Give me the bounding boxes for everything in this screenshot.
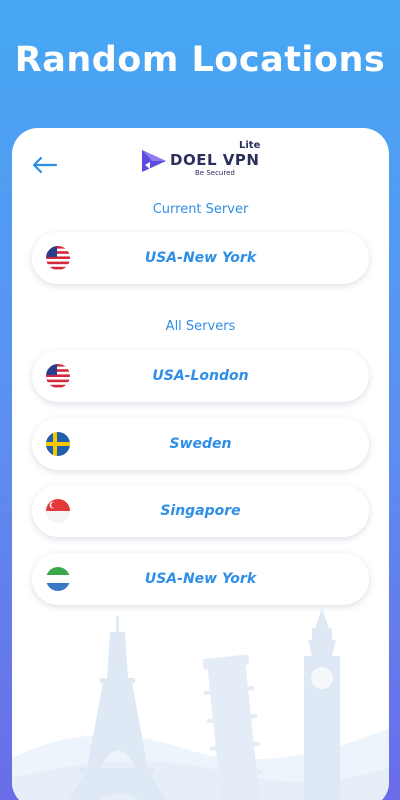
logo-tagline: Be Secured	[195, 169, 235, 177]
back-arrow-icon[interactable]	[30, 154, 58, 176]
logo-wordmark: DOEL VPN	[170, 151, 260, 169]
server-list-card: DOEL VPN Lite Be Secured Current Server …	[12, 128, 389, 800]
logo-badge: Lite	[239, 140, 261, 151]
current-server-row[interactable]: USA-New York	[32, 232, 369, 284]
server-name: USA-New York	[144, 571, 257, 587]
server-row-usa-london[interactable]: USA-London	[32, 350, 369, 402]
server-row-singapore[interactable]: Singapore	[32, 485, 369, 537]
server-name: Sweden	[169, 436, 232, 452]
play-logo-icon	[142, 150, 166, 172]
current-server-title: Current Server	[152, 202, 249, 217]
server-name: USA-New York	[144, 250, 257, 266]
server-row-sweden[interactable]: Sweden	[32, 418, 369, 470]
landmarks-illustration	[12, 608, 389, 800]
all-servers-title: All Servers	[165, 319, 236, 334]
app-logo: DOEL VPN Lite Be Secured	[140, 138, 270, 182]
page-headline: Random Locations	[14, 40, 386, 80]
server-row-usa-new-york[interactable]: USA-New York	[32, 553, 369, 605]
server-name: USA-London	[152, 368, 249, 384]
server-name: Singapore	[160, 503, 241, 519]
